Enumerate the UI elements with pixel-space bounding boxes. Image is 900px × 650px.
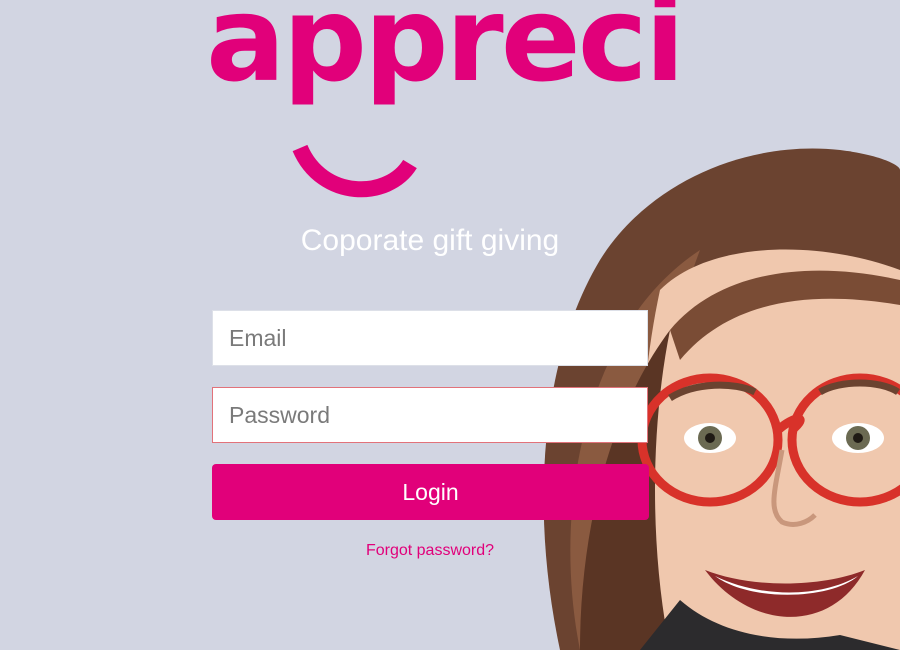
password-field[interactable] <box>212 387 648 443</box>
tagline: Coporate gift giving <box>300 224 560 257</box>
logo-smile-icon <box>292 144 417 198</box>
appreci-logo: appreci <box>200 0 685 206</box>
login-button[interactable]: Login <box>212 464 649 520</box>
email-field[interactable] <box>212 310 648 366</box>
forgot-password-link[interactable]: Forgot password? <box>0 542 860 560</box>
logo-wordmark: appreci <box>206 0 685 108</box>
